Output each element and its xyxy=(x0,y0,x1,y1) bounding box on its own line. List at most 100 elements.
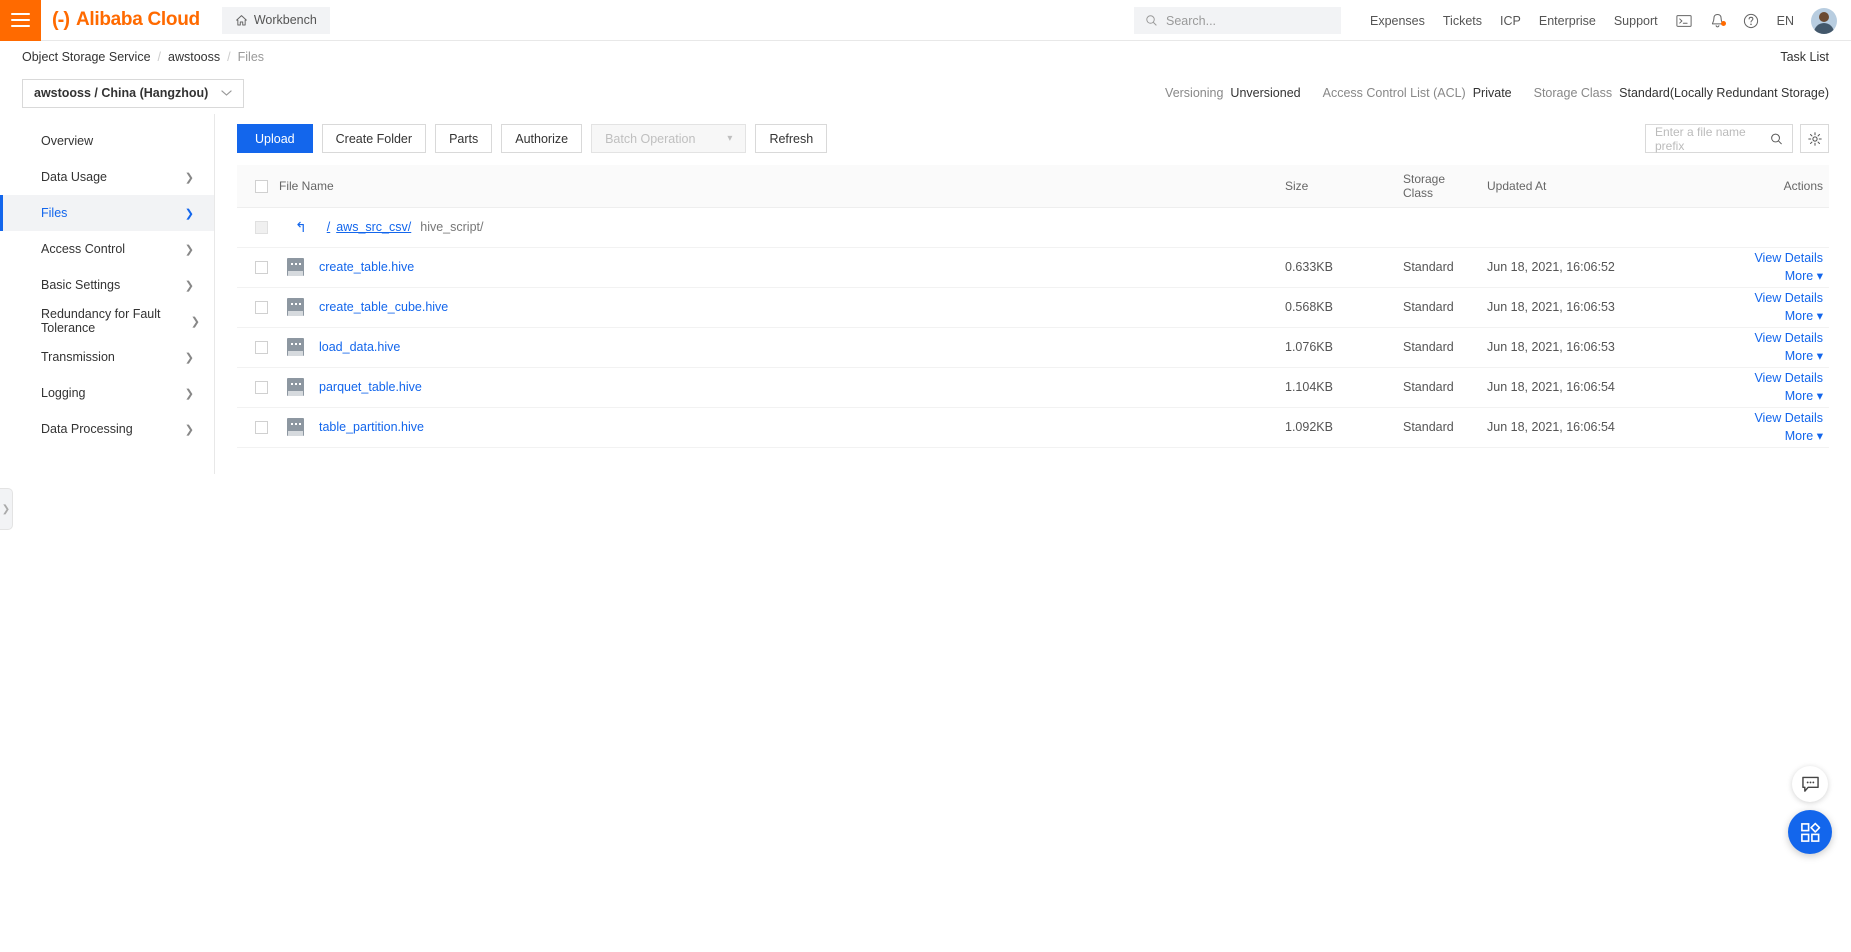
search-icon[interactable] xyxy=(1770,132,1783,146)
sidebar: Overview Data Usage ❯ Files ❯ Access Con… xyxy=(0,114,215,474)
apps-grid-icon xyxy=(1800,822,1820,842)
path-root-link[interactable]: / xyxy=(327,220,330,234)
files-table: File Name Size Storage Class Updated At … xyxy=(237,165,1829,448)
column-size: Size xyxy=(1285,165,1403,208)
header-link-tickets[interactable]: Tickets xyxy=(1434,14,1491,28)
chevron-down-icon: ▾ xyxy=(1816,429,1823,443)
header-link-icp[interactable]: ICP xyxy=(1491,14,1530,28)
help-icon[interactable] xyxy=(1734,13,1768,29)
file-name-link[interactable]: load_data.hive xyxy=(319,340,400,354)
upload-button[interactable]: Upload xyxy=(237,124,313,153)
row-checkbox[interactable] xyxy=(255,381,268,395)
breadcrumb: Object Storage Service / awstooss / File… xyxy=(0,41,1851,72)
chevron-down-icon: ▾ xyxy=(1816,269,1823,283)
bell-icon[interactable] xyxy=(1701,13,1734,29)
row-actions: View Details More ▾ xyxy=(1711,247,1829,288)
back-arrow-icon[interactable]: ↰ xyxy=(285,219,307,236)
row-actions: View Details More ▾ xyxy=(1711,287,1829,328)
breadcrumb-separator: / xyxy=(157,49,162,64)
column-storage-class: Storage Class xyxy=(1403,165,1487,208)
sidebar-item-logging[interactable]: Logging ❯ xyxy=(0,375,214,411)
body-wrapper: Overview Data Usage ❯ Files ❯ Access Con… xyxy=(0,114,1851,952)
authorize-button[interactable]: Authorize xyxy=(501,124,583,153)
sidebar-item-files[interactable]: Files ❯ xyxy=(0,195,214,231)
table-header-row: File Name Size Storage Class Updated At … xyxy=(237,165,1829,208)
header-link-expenses[interactable]: Expenses xyxy=(1361,14,1434,28)
path-current-folder: hive_script/ xyxy=(420,220,484,234)
chat-feedback-button[interactable] xyxy=(1792,766,1828,802)
parts-button[interactable]: Parts xyxy=(435,124,493,153)
language-selector[interactable]: EN xyxy=(1768,14,1803,28)
bucket-selector[interactable]: awstooss / China (Hangzhou) xyxy=(22,78,244,108)
create-folder-button[interactable]: Create Folder xyxy=(321,124,427,153)
file-icon xyxy=(287,418,304,436)
column-file-name: File Name xyxy=(279,165,1285,208)
workbench-button[interactable]: Workbench xyxy=(221,6,330,34)
sidebar-item-data-processing[interactable]: Data Processing ❯ xyxy=(0,411,214,447)
view-details-link[interactable]: View Details xyxy=(1711,249,1823,267)
more-actions-link[interactable]: More ▾ xyxy=(1711,267,1823,285)
more-actions-link[interactable]: More ▾ xyxy=(1711,427,1823,445)
alibaba-cloud-mark-icon: (-) xyxy=(52,9,70,31)
more-actions-link[interactable]: More ▾ xyxy=(1711,347,1823,365)
sidebar-item-label: Redundancy for Fault Tolerance xyxy=(41,307,161,335)
view-details-link[interactable]: View Details xyxy=(1711,329,1823,347)
row-checkbox[interactable] xyxy=(255,301,268,315)
table-row: table_partition.hive 1.092KB Standard Ju… xyxy=(237,407,1829,448)
row-size: 0.568KB xyxy=(1285,287,1403,328)
row-updated-at: Jun 18, 2021, 16:06:52 xyxy=(1487,247,1711,288)
sidebar-item-access-control[interactable]: Access Control ❯ xyxy=(0,231,214,267)
task-list-link[interactable]: Task List xyxy=(1780,50,1829,64)
sidebar-item-basic-settings[interactable]: Basic Settings ❯ xyxy=(0,267,214,303)
search-input[interactable]: Enter a file name prefix xyxy=(1645,124,1793,153)
header-link-support[interactable]: Support xyxy=(1605,14,1667,28)
row-size: 1.104KB xyxy=(1285,367,1403,408)
sidebar-item-redundancy[interactable]: Redundancy for Fault Tolerance ❯ xyxy=(0,303,214,339)
hamburger-icon[interactable] xyxy=(0,0,41,41)
sidebar-item-label: Overview xyxy=(41,134,94,148)
select-all-checkbox[interactable] xyxy=(255,179,268,193)
brand-logo[interactable]: (-) Alibaba Cloud xyxy=(52,9,200,31)
global-search-input[interactable]: Search... xyxy=(1133,7,1341,34)
file-name-link[interactable]: create_table.hive xyxy=(319,260,414,274)
row-checkbox-cell xyxy=(237,367,279,408)
more-label: More xyxy=(1784,309,1814,323)
refresh-button[interactable]: Refresh xyxy=(755,124,828,153)
sidebar-collapse-handle[interactable]: ❯ xyxy=(0,488,13,530)
table-settings-button[interactable] xyxy=(1800,124,1829,153)
more-actions-link[interactable]: More ▾ xyxy=(1711,307,1823,325)
row-size: 1.076KB xyxy=(1285,327,1403,368)
path-parent-link[interactable]: aws_src_csv/ xyxy=(336,220,411,234)
sidebar-item-data-usage[interactable]: Data Usage ❯ xyxy=(0,159,214,195)
chevron-right-icon: ❯ xyxy=(190,315,200,328)
header-link-enterprise[interactable]: Enterprise xyxy=(1530,14,1605,28)
path-breadcrumb: ↰ / aws_src_csv/ hive_script/ xyxy=(279,219,1829,236)
view-details-link[interactable]: View Details xyxy=(1711,409,1823,427)
chevron-right-icon: ❯ xyxy=(184,351,194,364)
breadcrumb-item-service[interactable]: Object Storage Service xyxy=(22,50,151,64)
view-details-link[interactable]: View Details xyxy=(1711,369,1823,387)
row-checkbox-disabled xyxy=(255,221,268,235)
sidebar-item-overview[interactable]: Overview xyxy=(0,123,214,159)
row-checkbox[interactable] xyxy=(255,421,268,435)
file-name-link[interactable]: parquet_table.hive xyxy=(319,380,422,394)
apps-launcher-button[interactable] xyxy=(1788,810,1832,854)
view-details-link[interactable]: View Details xyxy=(1711,289,1823,307)
terminal-icon[interactable] xyxy=(1667,14,1701,28)
row-storage-class: Standard xyxy=(1403,327,1487,368)
row-storage-class: Standard xyxy=(1403,247,1487,288)
file-name-link[interactable]: create_table_cube.hive xyxy=(319,300,448,314)
breadcrumb-item-bucket[interactable]: awstooss xyxy=(168,50,220,64)
sidebar-item-transmission[interactable]: Transmission ❯ xyxy=(0,339,214,375)
row-updated-at: Jun 18, 2021, 16:06:53 xyxy=(1487,327,1711,368)
avatar[interactable] xyxy=(1811,7,1837,34)
row-checkbox[interactable] xyxy=(255,261,268,275)
chevron-right-icon: ❯ xyxy=(184,423,194,436)
row-checkbox[interactable] xyxy=(255,341,268,355)
meta-value-versioning: Unversioned xyxy=(1230,86,1301,100)
sidebar-item-label: Data Usage xyxy=(41,170,108,184)
row-file-name-cell: load_data.hive xyxy=(279,327,1285,368)
global-search-placeholder: Search... xyxy=(1165,13,1217,28)
more-actions-link[interactable]: More ▾ xyxy=(1711,387,1823,405)
file-name-link[interactable]: table_partition.hive xyxy=(319,420,424,434)
